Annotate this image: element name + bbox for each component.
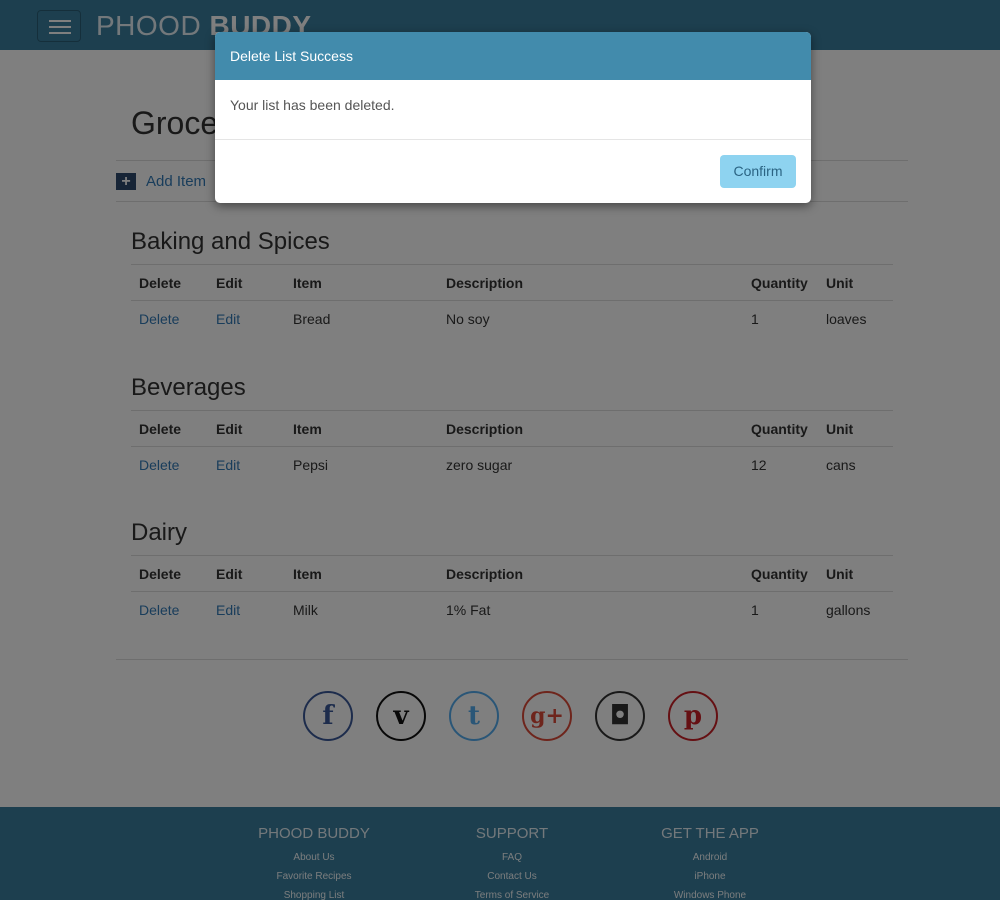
modal-title: Delete List Success	[215, 32, 811, 80]
confirm-button[interactable]: Confirm	[720, 155, 796, 188]
delete-success-modal: Delete List Success Your list has been d…	[215, 32, 811, 203]
modal-footer: Confirm	[215, 140, 811, 203]
modal-message: Your list has been deleted.	[215, 80, 811, 140]
